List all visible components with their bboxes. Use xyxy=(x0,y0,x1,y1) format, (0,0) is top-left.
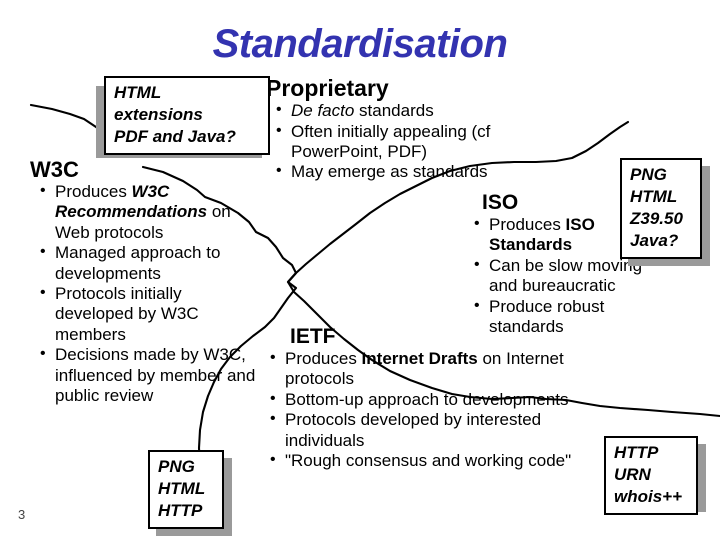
bullet-text-plain: Produces xyxy=(285,349,362,369)
quadrant-w3c: W3C Produces W3C Recommendations on Web … xyxy=(28,158,260,406)
bullet-text-plain: Bottom-up approach to developments xyxy=(285,389,569,409)
quadrant-w3c-heading: W3C xyxy=(30,157,79,182)
page-title: Standardisation xyxy=(212,22,508,66)
callout-line: PNG xyxy=(630,165,667,184)
bullet-text-emphasis: Internet Drafts xyxy=(361,349,478,369)
callout-http-urn-whois: HTTP URN whois++ xyxy=(604,436,698,516)
slide-canvas: Standardisation W3C Produces W3C Recomme… xyxy=(0,0,720,540)
callout-png-html-http: PNG HTML HTTP xyxy=(148,450,224,530)
callout-line: extensions xyxy=(114,105,203,125)
callout-html-extensions: HTML extensions PDF and Java? xyxy=(104,76,270,156)
bullet-text-plain: Can be slow moving and bureaucratic xyxy=(489,255,643,296)
callout-line: HTTP xyxy=(158,501,203,521)
quadrant-w3c-bullets: Produces W3C Recommendations on Web prot… xyxy=(28,181,260,406)
list-item: Bottom-up approach to developments xyxy=(268,389,620,410)
list-item: De facto standards xyxy=(274,100,504,121)
bullet-text-plain: Protocols developed by interested indivi… xyxy=(285,410,542,450)
callout-png-html-z3950-java: PNG HTML Z39.50 Java? xyxy=(620,158,702,260)
callout-line: HTML xyxy=(630,187,678,207)
slide-number: 3 xyxy=(18,507,26,522)
quadrant-ietf-heading: IETF xyxy=(290,325,336,348)
callout-line: whois++ xyxy=(614,487,683,507)
bullet-text-plain: "Rough consensus and working code" xyxy=(285,451,572,470)
quadrant-proprietary-bullets: De facto standards Often initially appea… xyxy=(266,100,504,183)
callout-line: HTTP xyxy=(614,443,659,462)
callout-line: HTML xyxy=(114,83,162,102)
list-item: Protocols developed by interested indivi… xyxy=(268,409,620,451)
list-item: Decisions made by W3C, influenced by mem… xyxy=(38,344,260,406)
list-item: Produces Internet Drafts on Internet pro… xyxy=(268,348,620,390)
quadrant-proprietary-heading: Proprietary xyxy=(266,75,389,101)
bullet-text-plain: Managed approach to developments xyxy=(55,243,221,283)
bullet-text-plain: Protocols initially developed by W3C mem… xyxy=(55,284,199,344)
callout-line: Java? xyxy=(630,231,679,251)
bullet-text-plain: May emerge as standards xyxy=(291,162,488,182)
callout-line: PNG xyxy=(158,457,195,476)
callout-line: PDF and Java? xyxy=(114,127,236,147)
list-item: "Rough consensus and working code" xyxy=(268,450,620,471)
list-item: Managed approach to developments xyxy=(38,242,260,284)
list-item: Produces W3C Recommendations on Web prot… xyxy=(38,181,260,243)
bullet-text-plain: standards xyxy=(354,101,434,121)
quadrant-ietf-bullets: Produces Internet Drafts on Internet pro… xyxy=(268,348,620,471)
callout-line: URN xyxy=(614,465,651,485)
bullet-text-plain: Produces xyxy=(55,182,132,202)
quadrant-proprietary: Proprietary De facto standards Often ini… xyxy=(266,76,504,183)
list-item: Often initially appealing (cf PowerPoint… xyxy=(274,121,504,163)
list-item: Protocols initially developed by W3C mem… xyxy=(38,283,260,345)
callout-line: HTML xyxy=(158,479,206,499)
bullet-text-emphasis: De facto xyxy=(291,101,355,121)
bullet-text-plain: Produces xyxy=(489,215,566,235)
bullet-text-plain: Often initially appealing (cf PowerPoint… xyxy=(291,121,491,161)
quadrant-ietf: IETF Produces Internet Drafts on Interne… xyxy=(268,325,620,471)
callout-line: Z39.50 xyxy=(630,209,683,229)
bullet-text-plain: Decisions made by W3C, influenced by mem… xyxy=(55,345,256,405)
list-item: May emerge as standards xyxy=(274,161,504,182)
